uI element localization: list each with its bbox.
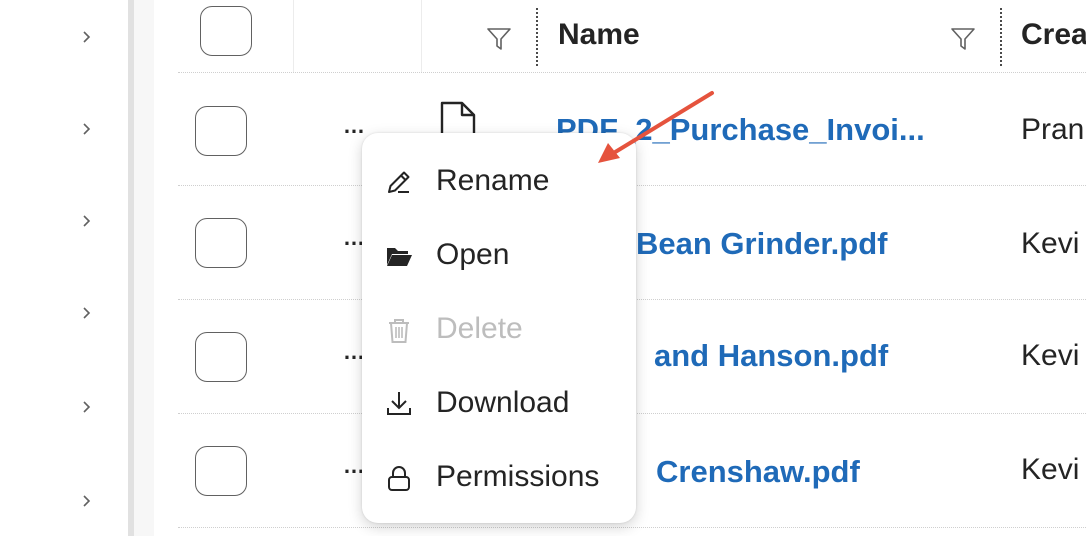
menu-item-delete[interactable]: Delete [362, 295, 636, 361]
row-checkbox[interactable] [195, 446, 247, 496]
header-cell-separator [421, 0, 422, 72]
chevron-right-icon[interactable] [80, 306, 94, 320]
column-resize-handle[interactable] [1000, 8, 1002, 66]
folder-open-icon [387, 248, 412, 266]
chevron-right-icon[interactable] [80, 122, 94, 136]
chevron-right-icon[interactable] [80, 30, 94, 44]
file-name-link[interactable]: and Hanson.pdf [654, 338, 888, 374]
file-name-link[interactable]: Crenshaw.pdf [656, 454, 860, 490]
file-name-link[interactable]: Bean Grinder.pdf [636, 226, 887, 262]
menu-item-label: Delete [436, 312, 523, 345]
grid-header: Name Crea [178, 0, 1086, 72]
filter-icon[interactable] [486, 26, 512, 52]
row-checkbox[interactable] [195, 332, 247, 382]
column-resize-handle[interactable] [536, 8, 538, 66]
file-context-menu: Rename Open Delete Download Permissions [362, 133, 636, 523]
row-more-button[interactable]: … [343, 225, 365, 251]
menu-item-download[interactable]: Download [362, 369, 636, 435]
created-by-cell: Kevi [1021, 339, 1080, 372]
row-divider [178, 527, 1086, 528]
menu-item-permissions[interactable]: Permissions [362, 443, 636, 509]
trash-icon [389, 319, 409, 343]
created-by-cell: Pran [1021, 113, 1085, 146]
filter-icon[interactable] [950, 26, 976, 52]
created-by-cell: Kevi [1021, 453, 1080, 486]
select-all-checkbox[interactable] [200, 6, 252, 56]
header-cell-separator [293, 0, 294, 72]
menu-item-label: Open [436, 238, 510, 271]
chevron-right-icon[interactable] [80, 400, 94, 414]
edit-icon [388, 171, 410, 193]
download-icon [387, 392, 411, 415]
row-more-button[interactable]: … [343, 339, 365, 365]
menu-item-label: Permissions [436, 460, 600, 493]
menu-item-open[interactable]: Open [362, 221, 636, 287]
row-more-button[interactable]: … [343, 453, 365, 479]
menu-item-label: Rename [436, 164, 550, 197]
chevron-right-icon[interactable] [80, 494, 94, 508]
menu-item-label: Download [436, 386, 570, 419]
chevron-right-icon[interactable] [80, 214, 94, 228]
menu-item-rename[interactable]: Rename [362, 147, 636, 213]
row-checkbox[interactable] [195, 218, 247, 268]
created-by-cell: Kevi [1021, 227, 1080, 260]
column-header-created-by[interactable]: Crea [1021, 18, 1086, 52]
column-header-name[interactable]: Name [558, 18, 640, 52]
row-divider [178, 72, 1086, 73]
pane-gutter [134, 0, 154, 536]
row-more-button[interactable]: … [343, 113, 365, 139]
lock-icon [388, 466, 410, 491]
row-checkbox[interactable] [195, 106, 247, 156]
left-nav-strip [0, 0, 128, 536]
